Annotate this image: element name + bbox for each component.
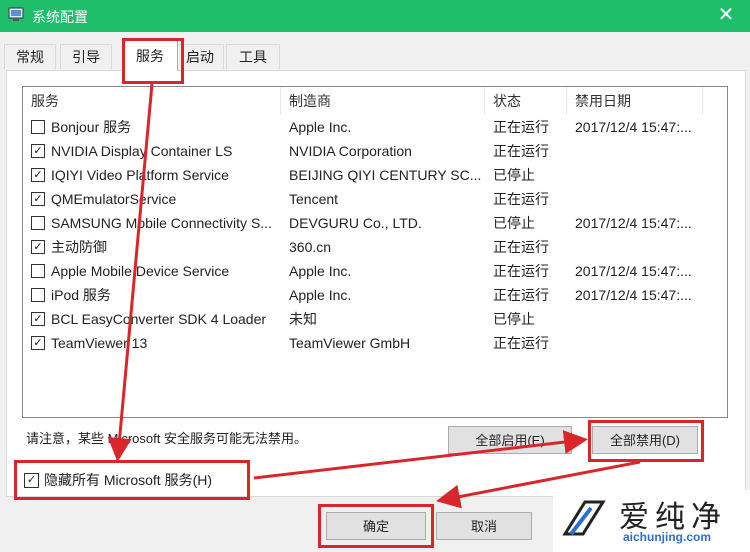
- service-name: Apple Mobile Device Service: [51, 263, 230, 279]
- tab-startup[interactable]: 启动: [176, 44, 224, 69]
- tab-tools[interactable]: 工具: [226, 44, 280, 69]
- service-checkbox[interactable]: [31, 120, 45, 134]
- cancel-button[interactable]: 取消: [436, 512, 532, 540]
- service-name: IQIYI Video Platform Service: [51, 167, 229, 183]
- ok-button[interactable]: 确定: [326, 512, 426, 540]
- disable-all-button[interactable]: 全部禁用(D): [592, 426, 698, 454]
- service-checkbox[interactable]: ✓: [31, 240, 45, 254]
- service-status: 已停止: [493, 167, 535, 183]
- service-disabled-date: 2017/12/4 15:47:...: [575, 263, 692, 279]
- service-row[interactable]: ✓ 主动防御 360.cn 正在运行: [23, 235, 727, 259]
- service-name: Bonjour 服务: [51, 119, 132, 135]
- service-name: NVIDIA Display Container LS: [51, 143, 233, 159]
- service-checkbox[interactable]: ✓: [31, 312, 45, 326]
- service-disabled-date: [575, 235, 715, 259]
- service-checkbox[interactable]: [31, 216, 45, 230]
- service-name: TeamViewer 13: [51, 335, 148, 351]
- system-config-icon: [8, 7, 24, 21]
- service-status: 已停止: [493, 311, 535, 327]
- service-name: 主动防御: [51, 239, 107, 255]
- service-checkbox[interactable]: [31, 288, 45, 302]
- service-checkbox[interactable]: ✓: [31, 168, 45, 182]
- service-row[interactable]: iPod 服务 Apple Inc. 正在运行 2017/12/4 15:47:...: [23, 283, 727, 307]
- service-status: 已停止: [493, 215, 535, 231]
- service-manufacturer: Apple Inc.: [289, 287, 352, 303]
- service-status: 正在运行: [493, 239, 549, 255]
- tab-general[interactable]: 常规: [4, 44, 56, 69]
- service-row[interactable]: SAMSUNG Mobile Connectivity S... DEVGURU …: [23, 211, 727, 235]
- service-disabled-date: [575, 331, 715, 355]
- service-disabled-date: [575, 307, 715, 331]
- service-checkbox[interactable]: ✓: [31, 144, 45, 158]
- service-disabled-date: [575, 163, 715, 187]
- service-row[interactable]: ✓ IQIYI Video Platform Service BEIJING QIY…: [23, 163, 727, 187]
- service-manufacturer: Apple Inc.: [289, 119, 352, 135]
- hide-ms-checkbox[interactable]: ✓: [24, 473, 39, 488]
- service-checkbox[interactable]: ✓: [31, 336, 45, 350]
- service-name: BCL EasyConverter SDK 4 Loader: [51, 311, 267, 327]
- service-disabled-date: 2017/12/4 15:47:...: [575, 119, 692, 135]
- service-manufacturer: DEVGURU Co., LTD.: [289, 215, 422, 231]
- service-status: 正在运行: [493, 119, 549, 135]
- title-bar: 系统配置 ✕: [0, 0, 750, 32]
- service-status: 正在运行: [493, 335, 549, 351]
- close-button[interactable]: ✕: [706, 0, 746, 32]
- window-title: 系统配置: [32, 9, 88, 25]
- column-manufacturer[interactable]: 制造商: [281, 87, 485, 115]
- service-disabled-date: [575, 139, 715, 163]
- service-row[interactable]: Bonjour 服务 Apple Inc. 正在运行 2017/12/4 15:47:…: [23, 115, 727, 139]
- service-disabled-date: 2017/12/4 15:47:...: [575, 287, 692, 303]
- list-header: 服务 制造商 状态 禁用日期: [23, 87, 727, 115]
- tab-boot[interactable]: 引导: [60, 44, 112, 69]
- service-name: SAMSUNG Mobile Connectivity S...: [51, 215, 272, 231]
- service-row[interactable]: ✓ BCL EasyConverter SDK 4 Loader 未知 已停止: [23, 307, 727, 331]
- service-manufacturer: 360.cn: [289, 239, 332, 255]
- service-manufacturer: Tencent: [289, 191, 339, 207]
- service-name: QMEmulatorService: [51, 191, 177, 207]
- enable-all-button[interactable]: 全部启用(E): [448, 426, 572, 454]
- watermark-en: aichunjing.com: [623, 530, 712, 544]
- column-disabled-date[interactable]: 禁用日期: [567, 87, 703, 115]
- service-row[interactable]: Apple Mobile Device Service Apple Inc. 正在运…: [23, 259, 727, 283]
- watermark: 爱纯净 aichunjing.com: [553, 490, 750, 552]
- column-service[interactable]: 服务: [23, 87, 281, 115]
- service-manufacturer: TeamViewer GmbH: [289, 335, 411, 351]
- service-manufacturer: NVIDIA Corporation: [289, 143, 412, 159]
- security-note: 请注意，某些 Microsoft 安全服务可能无法禁用。: [26, 431, 307, 446]
- service-manufacturer: 未知: [289, 311, 317, 327]
- service-row[interactable]: ✓ QMEmulatorService Tencent 正在运行: [23, 187, 727, 211]
- watermark-logo-icon: [562, 500, 606, 536]
- service-disabled-date: [575, 187, 715, 211]
- service-status: 正在运行: [493, 287, 549, 303]
- service-row[interactable]: ✓ NVIDIA Display Container LS NVIDIA Corpo…: [23, 139, 727, 163]
- service-status: 正在运行: [493, 263, 549, 279]
- service-checkbox[interactable]: [31, 264, 45, 278]
- tab-services[interactable]: 服务: [122, 40, 178, 71]
- service-row[interactable]: ✓ TeamViewer 13 TeamViewer GmbH 正在运行: [23, 331, 727, 355]
- services-list[interactable]: 服务 制造商 状态 禁用日期 Bonjour 服务 Apple Inc. 正在运行 2…: [22, 86, 728, 418]
- column-status[interactable]: 状态: [485, 87, 567, 115]
- service-status: 正在运行: [493, 191, 549, 207]
- service-name: iPod 服务: [51, 287, 111, 303]
- service-manufacturer: BEIJING QIYI CENTURY SC...: [289, 167, 482, 183]
- hide-ms-label: 隐藏所有 Microsoft 服务(H): [44, 472, 212, 488]
- service-checkbox[interactable]: ✓: [31, 192, 45, 206]
- service-status: 正在运行: [493, 143, 549, 159]
- service-manufacturer: Apple Inc.: [289, 263, 352, 279]
- service-disabled-date: 2017/12/4 15:47:...: [575, 215, 692, 231]
